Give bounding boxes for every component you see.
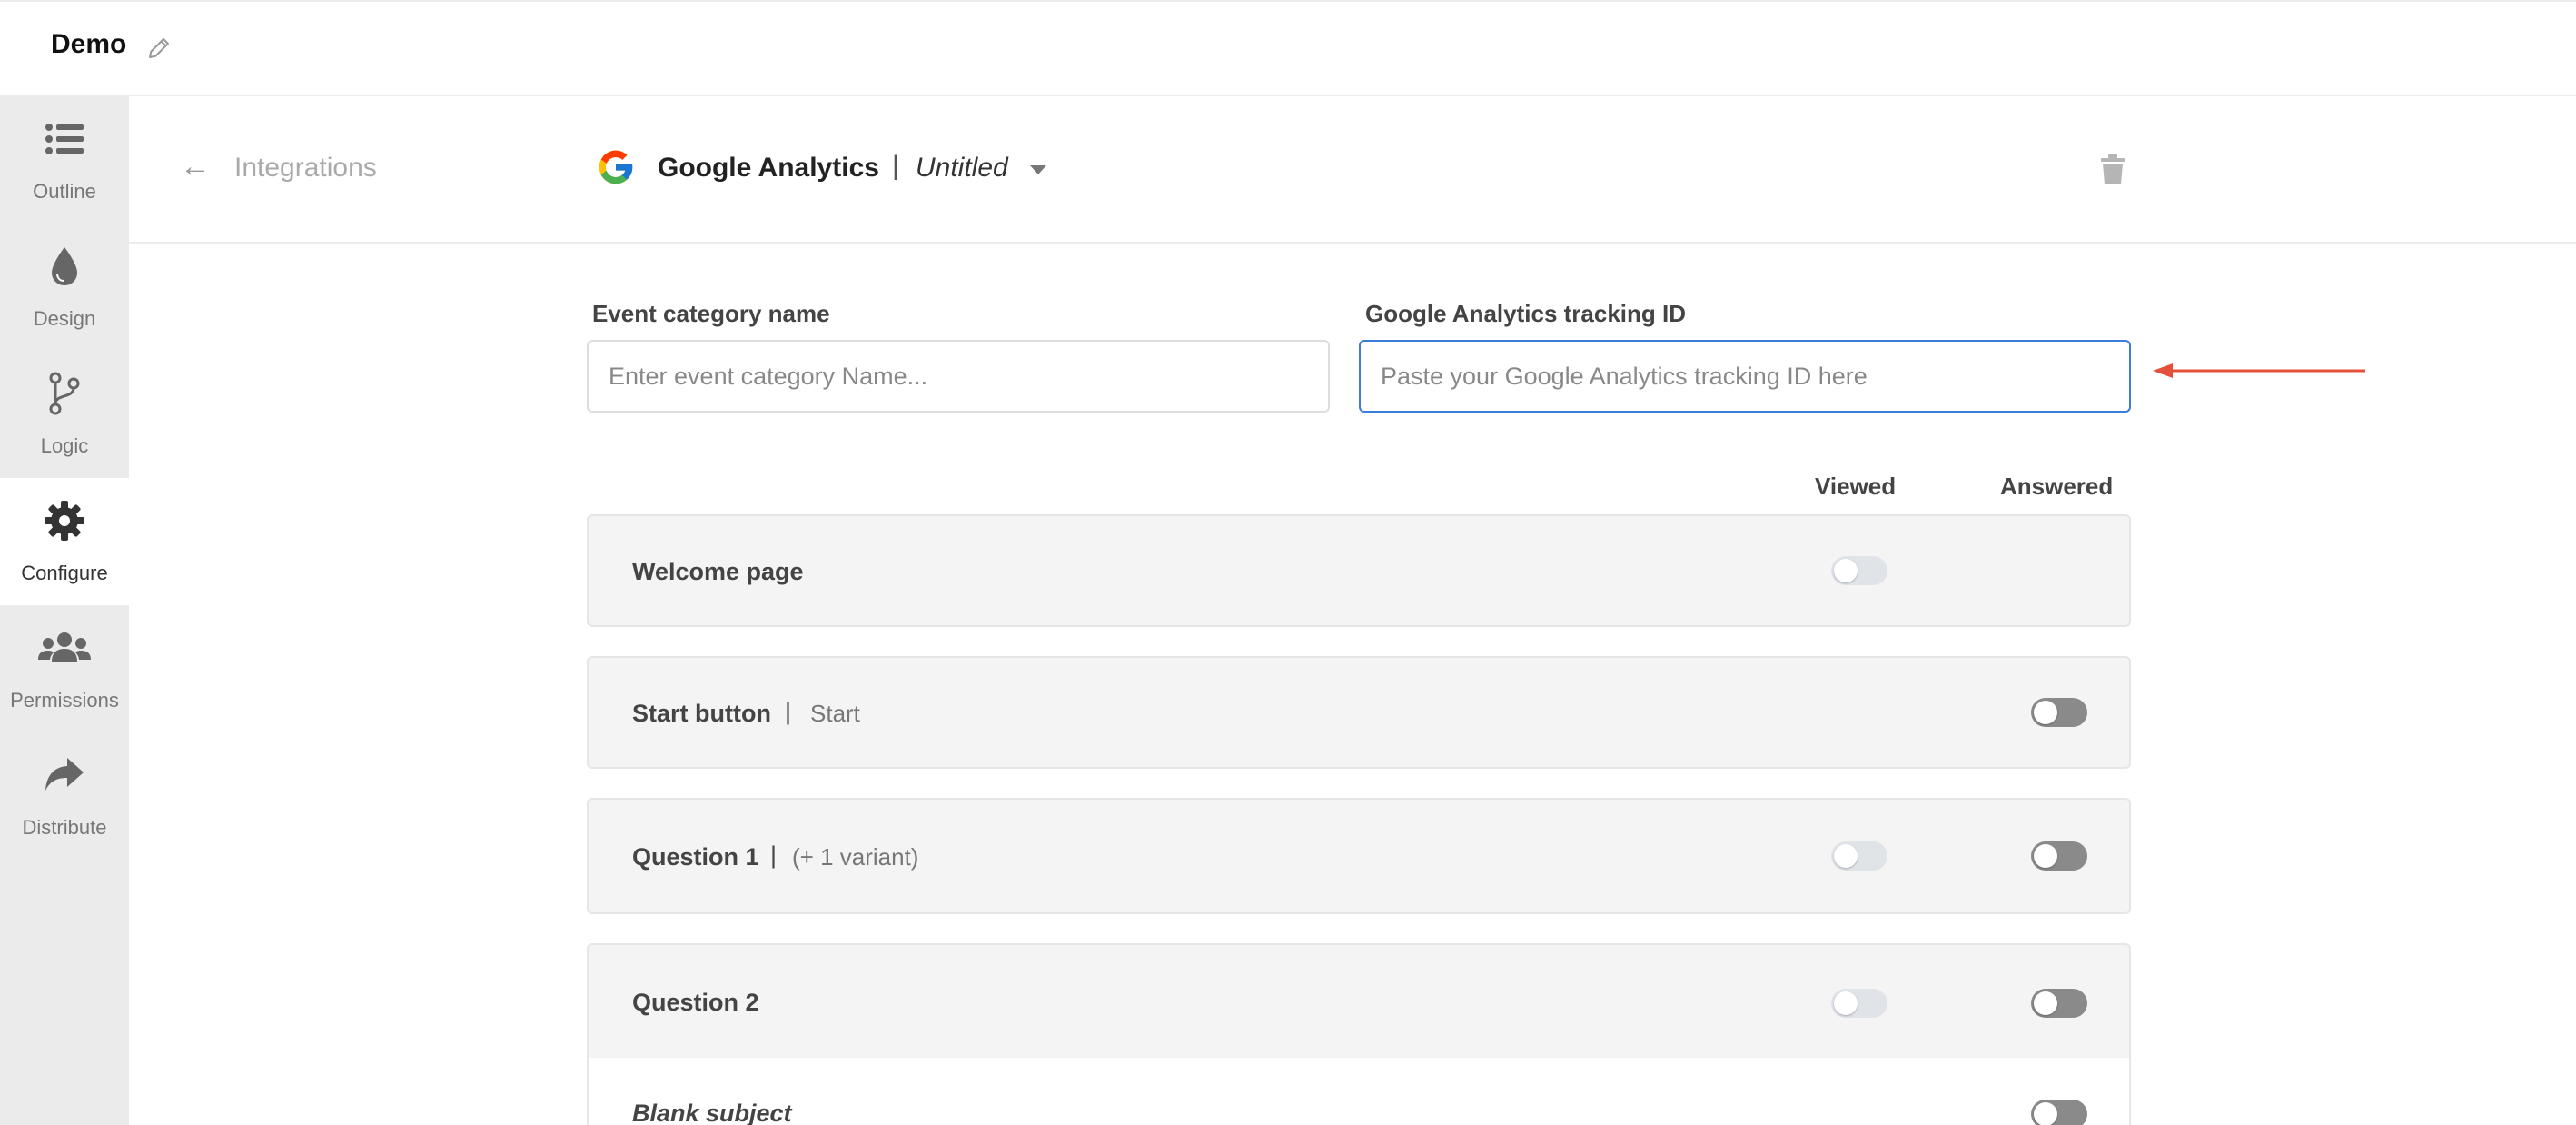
sidebar-item-label: Design: [33, 307, 96, 330]
back-arrow-icon[interactable]: ←: [180, 149, 211, 184]
sidebar-item-logic[interactable]: Logic: [0, 351, 129, 478]
answered-toggle[interactable]: [2031, 1100, 2087, 1125]
row-subtitle: Start: [810, 700, 860, 727]
trash-icon[interactable]: [2100, 154, 2125, 185]
row-separator: |: [770, 841, 778, 869]
integration-name: Google Analytics: [658, 153, 879, 183]
droplet-icon: [52, 247, 77, 285]
sidebar-item-configure[interactable]: Configure: [0, 478, 129, 605]
pencil-icon[interactable]: [145, 35, 173, 62]
back-link[interactable]: Integrations: [234, 153, 377, 184]
row-separator: |: [785, 698, 792, 725]
google-logo-icon: [599, 150, 633, 184]
list-icon: [45, 124, 84, 154]
sidebar: Outline Design Logic Configure Permissio…: [0, 96, 129, 1125]
event-category-input[interactable]: [587, 340, 1330, 413]
column-header-viewed: Viewed: [1815, 473, 1897, 500]
sidebar-item-distribute[interactable]: Distribute: [0, 732, 129, 860]
viewed-toggle[interactable]: [1831, 989, 1887, 1018]
list-item: Question 1 | (+ 1 variant): [587, 798, 2131, 914]
integration-header: ← Integrations Google Analytics | Untitl…: [129, 96, 2576, 244]
gear-icon: [45, 501, 84, 541]
top-bar: Demo: [0, 0, 2576, 96]
row-title: Start button: [632, 700, 771, 727]
tracking-id-input[interactable]: [1359, 340, 2131, 413]
sidebar-item-permissions[interactable]: Permissions: [0, 605, 129, 732]
answered-toggle[interactable]: [2031, 841, 2087, 871]
row-title: Blank subject: [632, 1100, 792, 1125]
list-item: Blank subject: [587, 1058, 2131, 1125]
sidebar-item-label: Permissions: [10, 689, 119, 712]
annotation-arrow-icon: [2153, 363, 2365, 378]
event-category-label: Event category name: [592, 300, 830, 327]
app-title: Demo: [51, 29, 127, 59]
tracking-id-label: Google Analytics tracking ID: [1365, 300, 1687, 327]
viewed-toggle[interactable]: [1831, 841, 1887, 871]
sidebar-item-design[interactable]: Design: [0, 224, 129, 351]
viewed-toggle[interactable]: [1831, 556, 1887, 585]
header-separator: |: [892, 151, 899, 181]
share-icon: [45, 758, 84, 791]
list-item: Question 2: [587, 943, 2131, 1061]
chevron-down-icon[interactable]: [1030, 165, 1046, 174]
row-subtitle: (+ 1 variant): [792, 843, 919, 871]
row-title: Question 2: [632, 989, 759, 1016]
sidebar-item-label: Distribute: [22, 816, 107, 839]
sidebar-item-label: Outline: [33, 180, 96, 203]
sidebar-item-outline[interactable]: Outline: [0, 96, 129, 224]
column-header-answered: Answered: [2000, 473, 2114, 500]
branch-icon: [49, 372, 80, 415]
row-title: Welcome page: [632, 558, 804, 585]
sidebar-item-label: Logic: [40, 434, 89, 457]
list-item: Start button | Start: [587, 656, 2131, 769]
row-title: Question 1: [632, 843, 759, 871]
integration-instance-name[interactable]: Untitled: [916, 153, 1008, 184]
sidebar-item-label: Configure: [21, 562, 108, 584]
answered-toggle[interactable]: [2031, 989, 2087, 1018]
users-icon: [38, 632, 91, 662]
answered-toggle[interactable]: [2031, 698, 2087, 727]
list-item: Welcome page: [587, 514, 2131, 627]
